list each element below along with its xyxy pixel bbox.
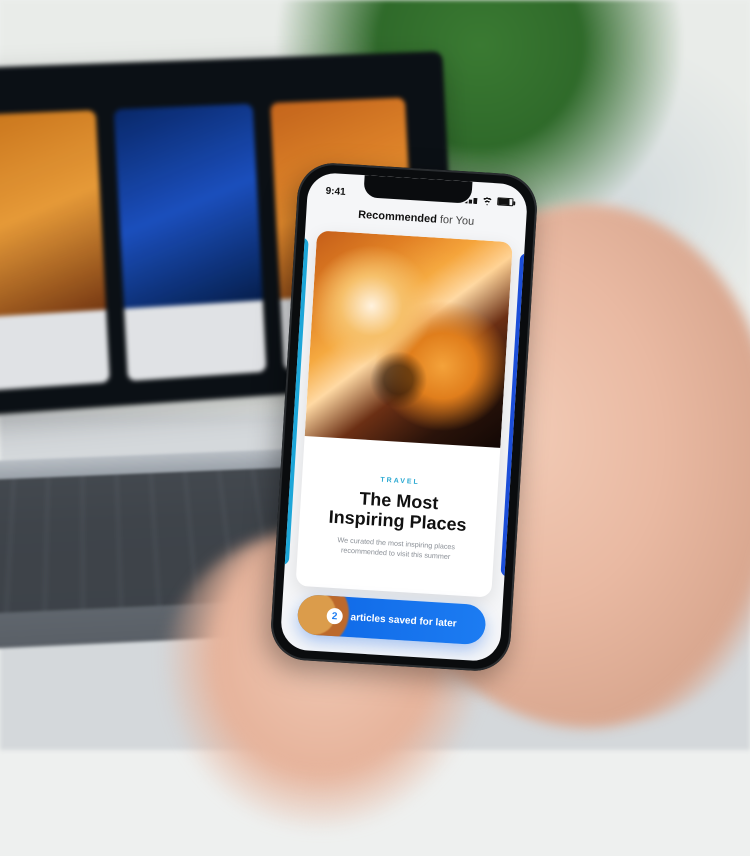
- saved-count-badge: 2: [326, 608, 343, 625]
- wifi-icon: [481, 195, 494, 206]
- card-headline: The Most Inspiring Places: [313, 485, 483, 535]
- card-subtitle: We curated the most inspiring places rec…: [311, 533, 480, 563]
- laptop-card: [114, 104, 267, 381]
- page-title-bold: Recommended: [358, 209, 437, 226]
- statusbar-icons: [464, 194, 514, 207]
- phone-frame: 9:41 Recommended for You TRAVEL The Most…: [269, 161, 539, 673]
- card-body: TRAVEL The Most Inspiring Places We cura…: [295, 436, 500, 597]
- saved-label: articles saved for later: [350, 612, 457, 629]
- page-title-light: for You: [437, 214, 475, 228]
- card-wrap: TRAVEL The Most Inspiring Places We cura…: [295, 230, 512, 597]
- article-card[interactable]: TRAVEL The Most Inspiring Places We cura…: [295, 230, 512, 597]
- card-hero-image: [305, 230, 513, 448]
- saved-articles-pill[interactable]: 2 articles saved for later: [297, 594, 487, 645]
- laptop-card: [0, 110, 110, 392]
- statusbar-time: 9:41: [325, 185, 346, 197]
- battery-icon: [497, 197, 513, 206]
- phone-screen: 9:41 Recommended for You TRAVEL The Most…: [280, 172, 529, 663]
